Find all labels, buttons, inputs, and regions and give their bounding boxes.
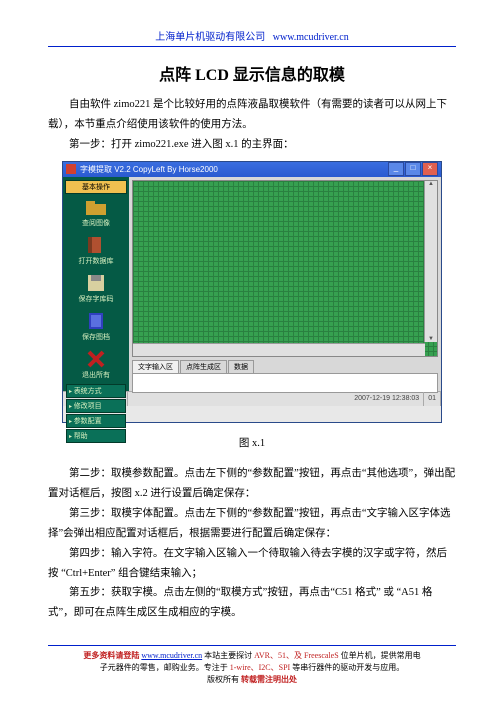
statusbar-n: 01 bbox=[424, 392, 441, 406]
statusbar-time: 2007-12-19 12:38:03 bbox=[350, 392, 424, 406]
header-url[interactable]: www.mcudriver.cn bbox=[273, 32, 349, 43]
x-icon[interactable] bbox=[84, 350, 108, 368]
sidebar-label-0: 查阅图像 bbox=[82, 218, 110, 228]
footer-lead: 更多资料请登陆 bbox=[83, 651, 141, 660]
footer-t3a: 版权所有 bbox=[207, 675, 241, 684]
disk-icon[interactable] bbox=[84, 274, 108, 292]
sidebar-btn-basic[interactable]: 基本操作 bbox=[65, 180, 127, 194]
minimize-button[interactable]: _ bbox=[388, 162, 404, 176]
sidebar-label-3: 保存图档 bbox=[82, 332, 110, 342]
company-name: 上海单片机驱动有限公司 bbox=[155, 32, 265, 43]
tab-dot-gen[interactable]: 点阵生成区 bbox=[180, 360, 227, 373]
sidebar-btn-help[interactable]: 帮助 bbox=[66, 429, 126, 443]
page-footer: 更多资料请登陆 www.mcudriver.cn 本站主要探讨 AVR、51、及… bbox=[48, 645, 456, 686]
page-icon[interactable] bbox=[84, 312, 108, 330]
window-title: 字模提取 V2.2 CopyLeft By Horse2000 bbox=[80, 164, 218, 175]
footer-t1b: 本站主要探讨 bbox=[202, 651, 254, 660]
pixel-canvas[interactable] bbox=[132, 180, 438, 357]
sidebar-label-4: 退出所有 bbox=[82, 370, 110, 380]
tab-data[interactable]: 数据 bbox=[228, 360, 254, 373]
footer-t2a: 子元器件的零售，邮购业务。专注于 bbox=[100, 663, 230, 672]
sidebar-label-1: 打开数据库 bbox=[79, 256, 114, 266]
close-button[interactable]: × bbox=[422, 162, 438, 176]
footer-t3b: 转载需注明出处 bbox=[241, 675, 297, 684]
article-title: 点阵 LCD 显示信息的取模 bbox=[48, 61, 456, 85]
statusbar: 2007-12-19 12:38:03 01 bbox=[63, 391, 441, 406]
footer-t1c: 位单片机，提供常用电 bbox=[339, 651, 421, 660]
scrollbar-horizontal[interactable] bbox=[133, 343, 425, 356]
tab-text-input[interactable]: 文字输入区 bbox=[132, 360, 179, 373]
page-header: 上海单片机驱动有限公司 www.mcudriver.cn bbox=[48, 28, 456, 47]
step4-text: 第四步：输入字符。在文字输入区输入一个待取输入待去字模的汉字或字符，然后按 “C… bbox=[48, 544, 456, 584]
statusbar-cell-1 bbox=[63, 392, 128, 406]
window-titlebar: 字模提取 V2.2 CopyLeft By Horse2000 _ □ × bbox=[63, 162, 441, 177]
sidebar-btn-config[interactable]: 参数配置 bbox=[66, 414, 126, 428]
door-icon[interactable] bbox=[84, 236, 108, 254]
step1-text: 第一步：打开 zimo221.exe 进入图 x.1 的主界面： bbox=[48, 135, 456, 155]
footer-buses: 1-wire、I2C、SPI bbox=[230, 663, 290, 672]
app-screenshot: 字模提取 V2.2 CopyLeft By Horse2000 _ □ × 基本… bbox=[62, 161, 442, 423]
maximize-button[interactable]: □ bbox=[405, 162, 421, 176]
footer-chips: AVR、51、及 FreescaleS bbox=[254, 651, 339, 660]
intro-paragraph: 自由软件 zimo221 是个比较好用的点阵液晶取模软件（有需要的读者可以从网上… bbox=[48, 95, 456, 135]
text-input-area[interactable] bbox=[132, 373, 438, 393]
step5-text: 第五步：获取字模。点击左侧的“取模方式”按钮，再点击“C51 格式” 或 “A5… bbox=[48, 583, 456, 623]
app-icon bbox=[66, 164, 76, 174]
step2-text: 第二步：取模参数配置。点击左下侧的“参数配置”按钮，再点击“其他选项”，弹出配置… bbox=[48, 464, 456, 504]
step3-text: 第三步：取模字体配置。点击左下侧的“参数配置”按钮，再点击“文字输入区字体选择”… bbox=[48, 504, 456, 544]
scrollbar-vertical[interactable] bbox=[424, 181, 437, 342]
footer-url[interactable]: www.mcudriver.cn bbox=[141, 651, 202, 660]
footer-t2b: 等串行器件的驱动开发与应用。 bbox=[290, 663, 404, 672]
sidebar: 基本操作 查阅图像 打开数据库 保存字库码 保存图档 退出所有 表统方式 修改项… bbox=[63, 177, 129, 391]
sidebar-label-2: 保存字库码 bbox=[79, 294, 114, 304]
folder-icon[interactable] bbox=[84, 200, 108, 216]
